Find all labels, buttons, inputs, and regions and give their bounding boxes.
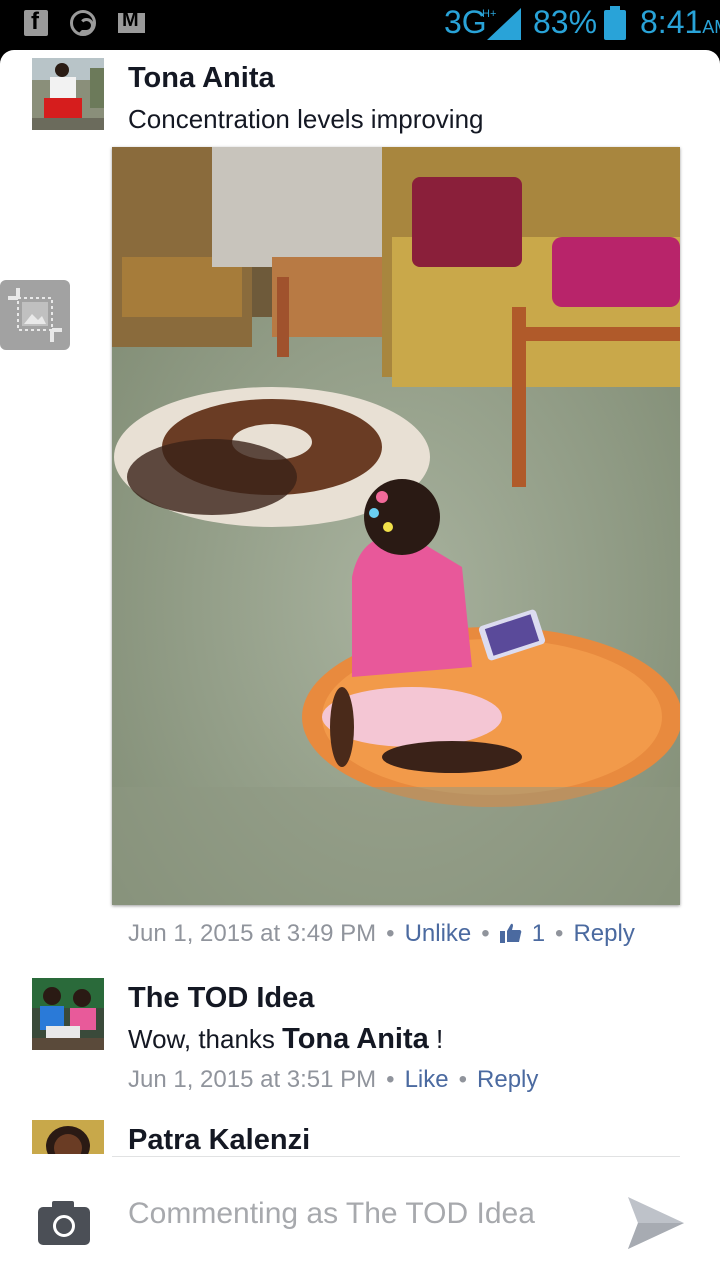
post-author-name[interactable]: Tona Anita [128,62,275,95]
reply-timestamp: Jun 1, 2015 at 3:51 PM [128,1066,377,1093]
battery-percentage: 83% [533,4,598,40]
comment-author-clip: Patra Kalenzi [128,1120,310,1156]
clock: 8:41AM [640,4,720,40]
comment-author-name[interactable]: Patra Kalenzi [128,1124,310,1156]
avatar-the-tod-idea[interactable] [32,978,104,1050]
facebook-icon: f [24,8,48,36]
status-bar: f M 3GH+ 83% 8:41AM [0,0,720,48]
reply-author-name[interactable]: The TOD Idea [128,982,314,1015]
comment-composer: Commenting as The TOD Idea [0,1157,720,1280]
like-button[interactable]: Like [405,1066,449,1093]
post-meta: Jun 1, 2015 at 3:49 PM • Unlike • 1 • Reply [128,920,635,947]
crop-icon [8,288,62,342]
signal-icon [487,8,521,40]
mention-tona-anita[interactable]: Tona Anita [282,1023,429,1055]
reply-button[interactable]: Reply [477,1066,538,1093]
reply-button[interactable]: Reply [573,920,634,947]
reply-meta: Jun 1, 2015 at 3:51 PM • Like • Reply [128,1066,539,1093]
post-photo[interactable] [112,147,680,905]
comment-input[interactable]: Commenting as The TOD Idea [128,1197,535,1231]
whatsapp-icon [70,10,96,36]
avatar-patra-kalenzi[interactable] [32,1120,104,1154]
camera-icon[interactable] [38,1201,90,1245]
avatar-tona-anita[interactable] [32,58,104,130]
gmail-icon: M [118,9,145,33]
network-indicator: 3G H+ [444,4,497,40]
unlike-button[interactable]: Unlike [405,920,472,947]
send-icon[interactable] [626,1195,686,1251]
post-timestamp: Jun 1, 2015 at 3:49 PM [128,920,377,947]
reply-text: Wow, thanks Tona Anita ! [128,1023,444,1055]
thumbs-up-icon [499,923,522,943]
post-text: Concentration levels improving [128,104,484,134]
comment-thread: Tona Anita Concentration levels improvin… [0,50,720,1280]
crop-screenshot-button[interactable] [0,280,70,350]
like-count[interactable]: 1 [499,920,545,947]
battery-icon [604,6,626,40]
